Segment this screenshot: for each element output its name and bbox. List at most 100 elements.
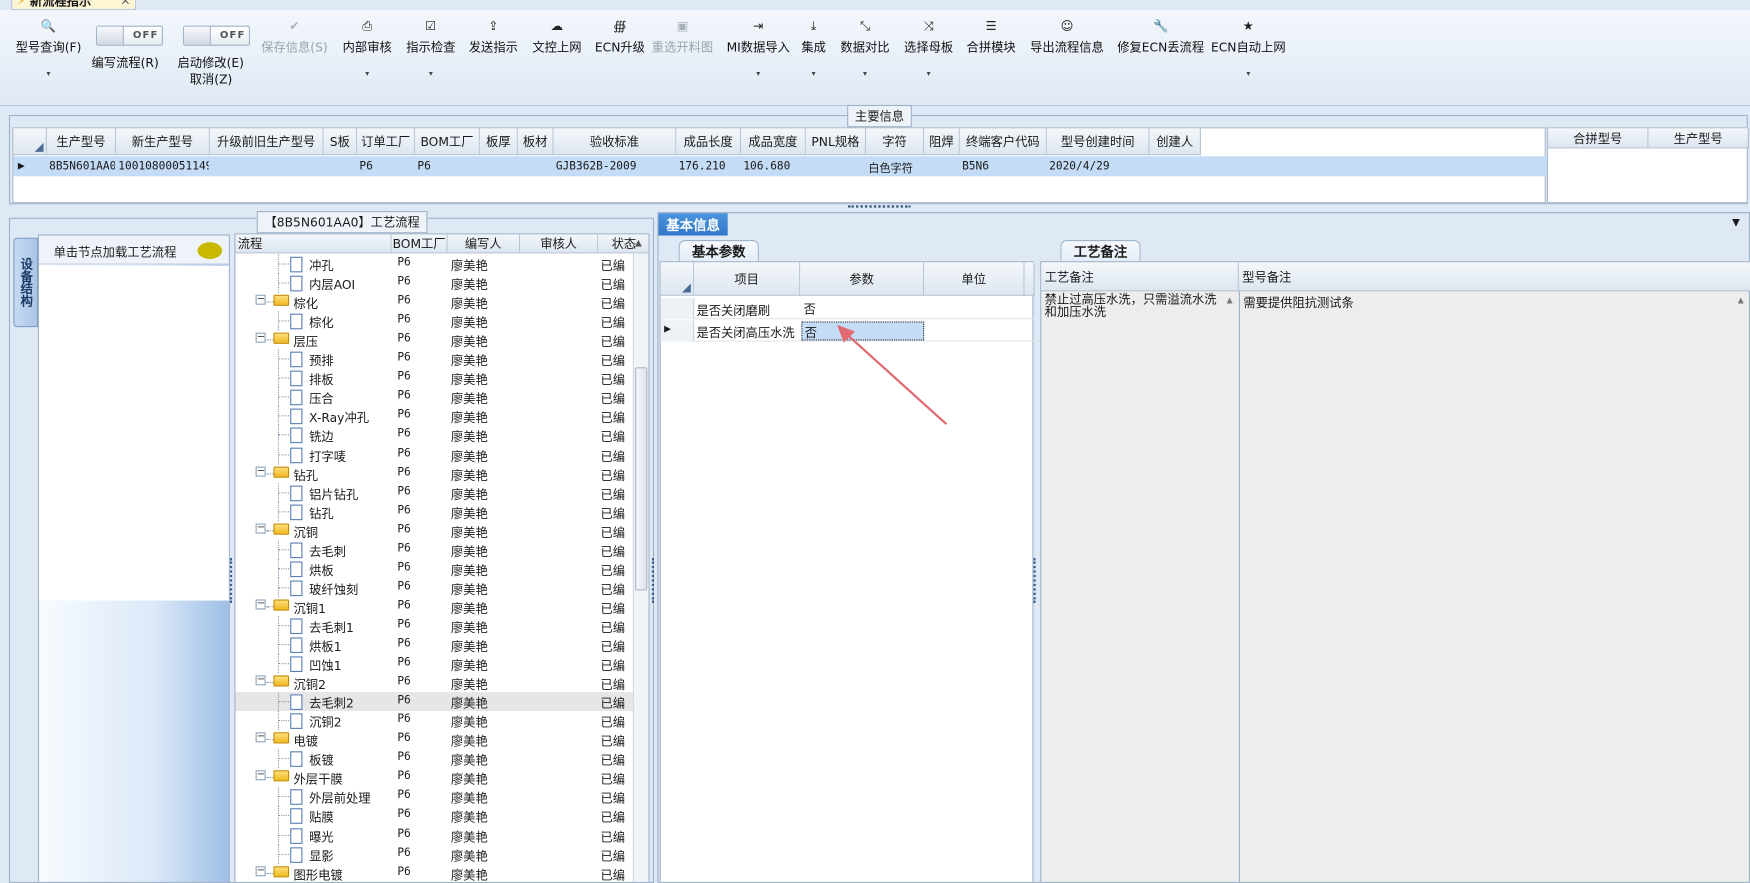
main-row-cell[interactable]: 176.210	[679, 156, 740, 176]
main-row-cell[interactable]	[1152, 156, 1200, 176]
main-row-cell[interactable]: 白色字符	[868, 156, 923, 176]
ribbon-button-10[interactable]: ⤡ 数据对比 ▾	[840, 19, 889, 97]
main-col-header: 成品宽度	[741, 128, 806, 156]
flow-tree-row[interactable]: 凹蚀1 P6 廖美艳 已编	[235, 654, 648, 674]
flow-tree-row[interactable]: − 棕化 P6 廖美艳 已编	[235, 293, 648, 312]
collapse-toggle-icon[interactable]: −	[255, 523, 266, 534]
flow-tree-row[interactable]: 外层前处理 P6 廖美艳 已编	[235, 787, 648, 807]
main-row-cell[interactable]	[212, 156, 322, 176]
start-modify-toggle[interactable]: OFF	[183, 25, 251, 46]
flow-tree-row[interactable]: 去毛刺 P6 廖美艳 已编	[235, 540, 648, 559]
ribbon-button-6[interactable]: ∰ ECN升级	[595, 19, 645, 97]
main-row-cell[interactable]: 2020/4/29	[1049, 156, 1148, 176]
flow-tree-row[interactable]: 烘板 P6 廖美艳 已编	[235, 559, 648, 579]
tab-process-note[interactable]: 工艺备注	[1060, 240, 1141, 263]
model-note-text[interactable]: 需要提供阻抗测试条	[1243, 294, 1353, 312]
basic-info-header[interactable]: 基本信息	[658, 213, 728, 236]
flow-tree-row[interactable]: 去毛刺2 P6 廖美艳 已编	[235, 692, 649, 712]
flow-tree-row[interactable]: 内层AOI P6 廖美艳 已编	[235, 273, 648, 293]
flow-tree-row[interactable]: 显影 P6 廖美艳 已编	[235, 844, 648, 864]
flow-tree-row[interactable]: − 图形电镀 P6 廖美艳 已编	[235, 864, 648, 882]
ribbon-button-8[interactable]: ⇥ MI数据导入 ▾	[727, 19, 790, 97]
param-row[interactable]: 是否关闭磨刷 否	[660, 298, 1035, 320]
flow-tree-row[interactable]: 预排 P6 廖美艳 已编	[235, 349, 648, 369]
close-icon[interactable]: ×	[120, 0, 130, 8]
flow-tree-row[interactable]: 铣边 P6 廖美艳 已编	[235, 425, 648, 445]
collapse-toggle-icon[interactable]: −	[255, 599, 266, 610]
main-row-cell[interactable]: GJB362B-2009	[556, 156, 675, 176]
main-row-cell[interactable]: P6	[359, 156, 414, 176]
collapse-toggle-icon[interactable]: −	[255, 770, 266, 781]
ribbon-button-14[interactable]: 🔧 修复ECN丢流程	[1117, 19, 1204, 97]
scroll-up-icon[interactable]: ▲	[1738, 296, 1744, 305]
flow-tree-row[interactable]: − 钻孔 P6 廖美艳 已编	[235, 464, 648, 483]
collapse-toggle-icon[interactable]: −	[255, 294, 266, 305]
flow-tree-row[interactable]: 排板 P6 廖美艳 已编	[235, 368, 648, 388]
main-row-cell[interactable]: 106.680	[743, 156, 804, 176]
ribbon-button-2[interactable]: ⎙ 内部审核 ▾	[343, 19, 392, 97]
ribbon-button-1[interactable]: ✔ 保存信息(S)	[261, 19, 327, 97]
write-flow-toggle[interactable]: OFF	[95, 25, 163, 46]
flow-tree-row[interactable]: 棕化 P6 廖美艳 已编	[235, 311, 648, 331]
flow-tree-row[interactable]: 打字唛 P6 廖美艳 已编	[235, 444, 648, 464]
scroll-up-icon[interactable]: ▲	[635, 238, 642, 248]
collapse-toggle-icon[interactable]: −	[255, 466, 266, 477]
ribbon-button-13[interactable]: ☺ 导出流程信息	[1030, 19, 1104, 97]
flow-tree-row[interactable]: − 电镀 P6 廖美艳 已编	[235, 730, 648, 749]
ribbon-button-3[interactable]: ☑ 指示检查 ▾	[406, 19, 455, 97]
splitter-grip[interactable]	[1033, 558, 1038, 603]
scrollbar-thumb[interactable]	[635, 367, 648, 591]
main-row-cell[interactable]	[808, 156, 865, 176]
flow-status-cell: 已编	[600, 715, 626, 731]
tree-scrollbar[interactable]	[632, 253, 649, 882]
flow-tree-row[interactable]: 去毛刺1 P6 廖美艳 已编	[235, 616, 648, 636]
collapse-toggle-icon[interactable]: −	[255, 675, 266, 686]
flow-tree-row[interactable]: − 沉铜1 P6 廖美艳 已编	[235, 597, 648, 616]
collapse-toggle-icon[interactable]: −	[255, 865, 266, 876]
flow-tree-row[interactable]: − 层压 P6 廖美艳 已编	[235, 331, 648, 350]
flow-tree-row[interactable]: 曝光 P6 廖美艳 已编	[235, 825, 648, 845]
scroll-up-icon[interactable]: ▲	[1227, 296, 1233, 305]
splitter-grip[interactable]	[848, 205, 911, 209]
main-row-cell[interactable]: 10010800051149	[118, 156, 208, 176]
flow-tree-row[interactable]: 铝片钻孔 P6 廖美艳 已编	[235, 482, 648, 502]
flow-tree-row[interactable]: 钻孔 P6 廖美艳 已编	[235, 501, 648, 521]
flow-tree-row[interactable]: − 沉铜 P6 廖美艳 已编	[235, 521, 648, 540]
flow-tree-row[interactable]: 贴膜 P6 廖美艳 已编	[235, 806, 648, 826]
collapse-toggle-icon[interactable]: −	[255, 732, 266, 743]
flow-tree-row[interactable]: X-Ray冲孔 P6 廖美艳 已编	[235, 406, 648, 426]
tab-basic-params[interactable]: 基本参数	[678, 240, 759, 263]
device-structure-tab[interactable]: 设备结构	[13, 237, 38, 328]
main-row-cell[interactable]	[926, 156, 958, 176]
main-row-cell[interactable]: 8B5N601AA0	[49, 156, 115, 176]
main-row-cell[interactable]	[520, 156, 552, 176]
main-row-cell[interactable]: B5N6	[962, 156, 1046, 176]
flow-tree-row[interactable]: 玻纤蚀刻 P6 廖美艳 已编	[235, 578, 648, 598]
collapse-toggle-icon[interactable]: −	[255, 332, 266, 343]
ribbon-button-7[interactable]: ▣ 重选开料图	[652, 19, 713, 97]
flow-tree-row[interactable]: − 外层干膜 P6 廖美艳 已编	[235, 768, 648, 787]
ribbon-button-11[interactable]: ⤨ 选择母板 ▾	[904, 19, 953, 97]
ribbon-button-12[interactable]: ☰ 合拼模块	[967, 19, 1016, 97]
main-row-cell[interactable]: P6	[417, 156, 478, 176]
flow-tree-row[interactable]: − 沉铜2 P6 廖美艳 已编	[235, 673, 648, 692]
main-row-cell[interactable]	[326, 156, 356, 176]
ribbon-button-0[interactable]: 🔍 型号查询(F) ▾	[16, 19, 82, 97]
flow-tree-row[interactable]: 板镀 P6 廖美艳 已编	[235, 749, 648, 769]
ribbon-button-4[interactable]: ⇪ 发送指示	[469, 19, 518, 97]
ribbon-button-9[interactable]: ⤓ 集成 ▾	[801, 19, 826, 97]
process-note-text[interactable]: 禁止过高压水洗，只需溢流水洗和加压水洗	[1045, 294, 1221, 319]
flow-tree-row[interactable]: 烘板1 P6 廖美艳 已编	[235, 635, 648, 655]
splitter-grip[interactable]	[651, 558, 656, 603]
chevron-down-icon[interactable]: ▼	[1732, 218, 1740, 229]
cancel-modify-button[interactable]: 取消(Z)	[190, 70, 233, 92]
flow-tree-row[interactable]: 冲孔 P6 廖美艳 已编	[235, 254, 648, 274]
ribbon-button-15[interactable]: ★ ECN自动上网 ▾	[1211, 19, 1286, 97]
main-row-cell[interactable]	[482, 156, 517, 176]
flow-tree-row[interactable]: 沉铜2 P6 廖美艳 已编	[235, 711, 648, 731]
flow-status-cell: 已编	[600, 772, 626, 788]
param-value-cell[interactable]: 否	[801, 299, 924, 318]
ribbon-button-5[interactable]: ☁ 文控上网	[532, 19, 581, 97]
flow-tree-row[interactable]: 压合 P6 廖美艳 已编	[235, 387, 648, 407]
document-tab[interactable]: ⚡ 新流程指示 ×	[11, 0, 137, 11]
